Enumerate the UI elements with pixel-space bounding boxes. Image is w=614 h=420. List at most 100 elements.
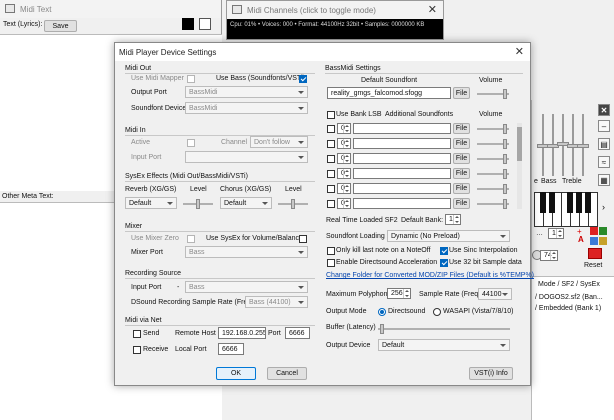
sf-row-checkbox[interactable] [327, 170, 335, 178]
sf-device-select[interactable]: BassMidi [185, 102, 308, 114]
dialog-titlebar[interactable]: Midi Player Device Settings ✕ [115, 43, 530, 61]
sf-row-checkbox[interactable] [327, 125, 335, 133]
use-32bit-checkbox[interactable] [440, 259, 448, 267]
sample-rate-select[interactable]: 44100 [478, 288, 512, 300]
ok-button[interactable]: OK [216, 367, 256, 380]
piano-keyboard[interactable] [534, 192, 598, 227]
local-port-input[interactable]: 6666 [218, 343, 244, 355]
sf-row-file-button[interactable]: File [453, 153, 470, 164]
sf-row-volume-slider[interactable] [477, 124, 509, 134]
close-icon[interactable]: ✕ [428, 3, 437, 16]
receive-checkbox[interactable] [133, 346, 141, 354]
vsti-info-button[interactable]: VST(i) Info [469, 367, 513, 380]
rec-input-port-select[interactable]: Bass [185, 281, 308, 293]
sf-row-volume-slider[interactable] [477, 139, 509, 149]
transpose-a-icon[interactable]: A [578, 235, 584, 244]
reverb-level-slider[interactable] [183, 199, 213, 209]
sf-row-checkbox[interactable] [327, 140, 335, 148]
playlist[interactable]: Mode / SF2 / SysEx / DOGOS2.sf2 (Ban... … [532, 276, 614, 420]
buffer-slider[interactable] [378, 324, 510, 334]
eq-slider-5[interactable] [577, 114, 589, 176]
output-port-select[interactable]: BassMidi [185, 86, 308, 98]
enable-ds-checkbox[interactable] [327, 259, 335, 267]
sf-row-checkbox[interactable] [327, 185, 335, 193]
graph-icon[interactable]: ≈ [598, 156, 610, 168]
yellow-square-icon[interactable] [599, 237, 607, 245]
list-item[interactable]: / Embedded (Bank 1) [535, 305, 601, 312]
reverb-select[interactable]: Default [125, 197, 177, 209]
sf-row-input[interactable] [353, 123, 451, 134]
sf-row-bank-spin[interactable]: 0 [337, 138, 351, 149]
output-device-select[interactable]: Default [378, 339, 510, 351]
eq-slider-4[interactable] [567, 114, 579, 176]
send-checkbox[interactable] [133, 330, 141, 338]
value-spin[interactable]: 74 [540, 250, 558, 261]
sf-row-bank-spin[interactable]: 0 [337, 198, 351, 209]
active-checkbox[interactable] [187, 139, 195, 147]
sf-row-file-button[interactable]: File [453, 168, 470, 179]
default-sf-input[interactable]: reality_gmgs_falcomod.sfogg [327, 87, 451, 99]
use-mapper-checkbox[interactable] [187, 75, 195, 83]
sf-row-volume-slider[interactable] [477, 184, 509, 194]
sf-row-input[interactable] [353, 153, 451, 164]
use-sysex-vol-checkbox[interactable] [299, 235, 307, 243]
sf-row-file-button[interactable]: File [453, 183, 470, 194]
color-swatch-black[interactable] [182, 18, 194, 30]
change-folder-link[interactable]: Change Folder for Converted MOD/ZIP File… [326, 272, 534, 279]
green-square-icon[interactable] [599, 227, 607, 235]
chevron-right-icon[interactable]: › [602, 202, 605, 212]
cancel-button[interactable]: Cancel [267, 367, 307, 380]
close-panel-icon[interactable]: ✕ [598, 104, 610, 116]
dsound-rate-select[interactable]: Bass (44100) [245, 296, 308, 308]
wasapi-radio[interactable] [433, 308, 441, 316]
midi-text-titlebar[interactable]: Midi Text [0, 0, 221, 18]
midi-channels-titlebar[interactable]: Midi Channels (click to toggle mode) ✕ [227, 1, 443, 19]
channel-select[interactable]: Don't follow [250, 136, 308, 148]
bar-chart-icon[interactable]: ▤ [598, 138, 610, 150]
channels-status-bar[interactable]: Cpu: 01% • Voices: 000 • Format: 44100Hz… [227, 19, 443, 39]
sf-row-bank-spin[interactable]: 0 [337, 183, 351, 194]
chorus-level-slider[interactable] [278, 199, 308, 209]
use-sinc-checkbox[interactable] [440, 247, 448, 255]
port-input[interactable]: 6666 [285, 327, 310, 339]
sf-row-input[interactable] [353, 198, 451, 209]
sf-row-file-button[interactable]: File [453, 198, 470, 209]
eq-slider-3[interactable] [557, 114, 569, 176]
sf-row-input[interactable] [353, 183, 451, 194]
sf-row-input[interactable] [353, 168, 451, 179]
sf-row-input[interactable] [353, 138, 451, 149]
sf-loading-select[interactable]: Dynamic (No Preload) [387, 230, 510, 242]
red-square-icon[interactable] [590, 227, 598, 235]
sf-row-bank-spin[interactable]: 0 [337, 123, 351, 134]
sf-row-volume-slider[interactable] [477, 154, 509, 164]
default-bank-spin[interactable]: 1 [445, 214, 461, 225]
use-bass-checkbox[interactable] [299, 75, 307, 83]
list-item[interactable]: / DOGOS2.sf2 (Ban... [535, 294, 603, 301]
max-poly-spin[interactable]: 256 [387, 288, 411, 299]
mixer-port-select[interactable]: Bass [185, 246, 308, 258]
sf-list-scrollbar[interactable] [517, 123, 522, 209]
close-icon[interactable]: ✕ [515, 45, 524, 58]
blue-square-icon[interactable] [590, 237, 598, 245]
input-port-select[interactable] [185, 151, 308, 163]
sf-row-checkbox[interactable] [327, 200, 335, 208]
eq-slider-2[interactable] [547, 114, 559, 176]
remote-host-input[interactable]: 192.168.0.255 [218, 327, 266, 339]
sf-row-bank-spin[interactable]: 0 [337, 168, 351, 179]
default-sf-volume-slider[interactable] [477, 89, 509, 99]
minimize-icon[interactable]: – [598, 120, 610, 132]
eq-slider-1[interactable] [537, 114, 549, 176]
default-sf-file-button[interactable]: File [453, 87, 470, 99]
sf-row-bank-spin[interactable]: 0 [337, 153, 351, 164]
chorus-select[interactable]: Default [220, 197, 272, 209]
use-bank-lsb-checkbox[interactable] [327, 111, 335, 119]
sf-row-file-button[interactable]: File [453, 138, 470, 149]
only-kill-checkbox[interactable] [327, 247, 335, 255]
scrollbar-thumb[interactable] [517, 127, 522, 161]
reset-icon[interactable] [588, 248, 602, 259]
sf-row-volume-slider[interactable] [477, 169, 509, 179]
save-button[interactable]: Save [44, 20, 77, 32]
sf-row-checkbox[interactable] [327, 155, 335, 163]
octave-spin[interactable]: 1 [548, 228, 564, 239]
reset-label[interactable]: Reset [584, 262, 602, 269]
